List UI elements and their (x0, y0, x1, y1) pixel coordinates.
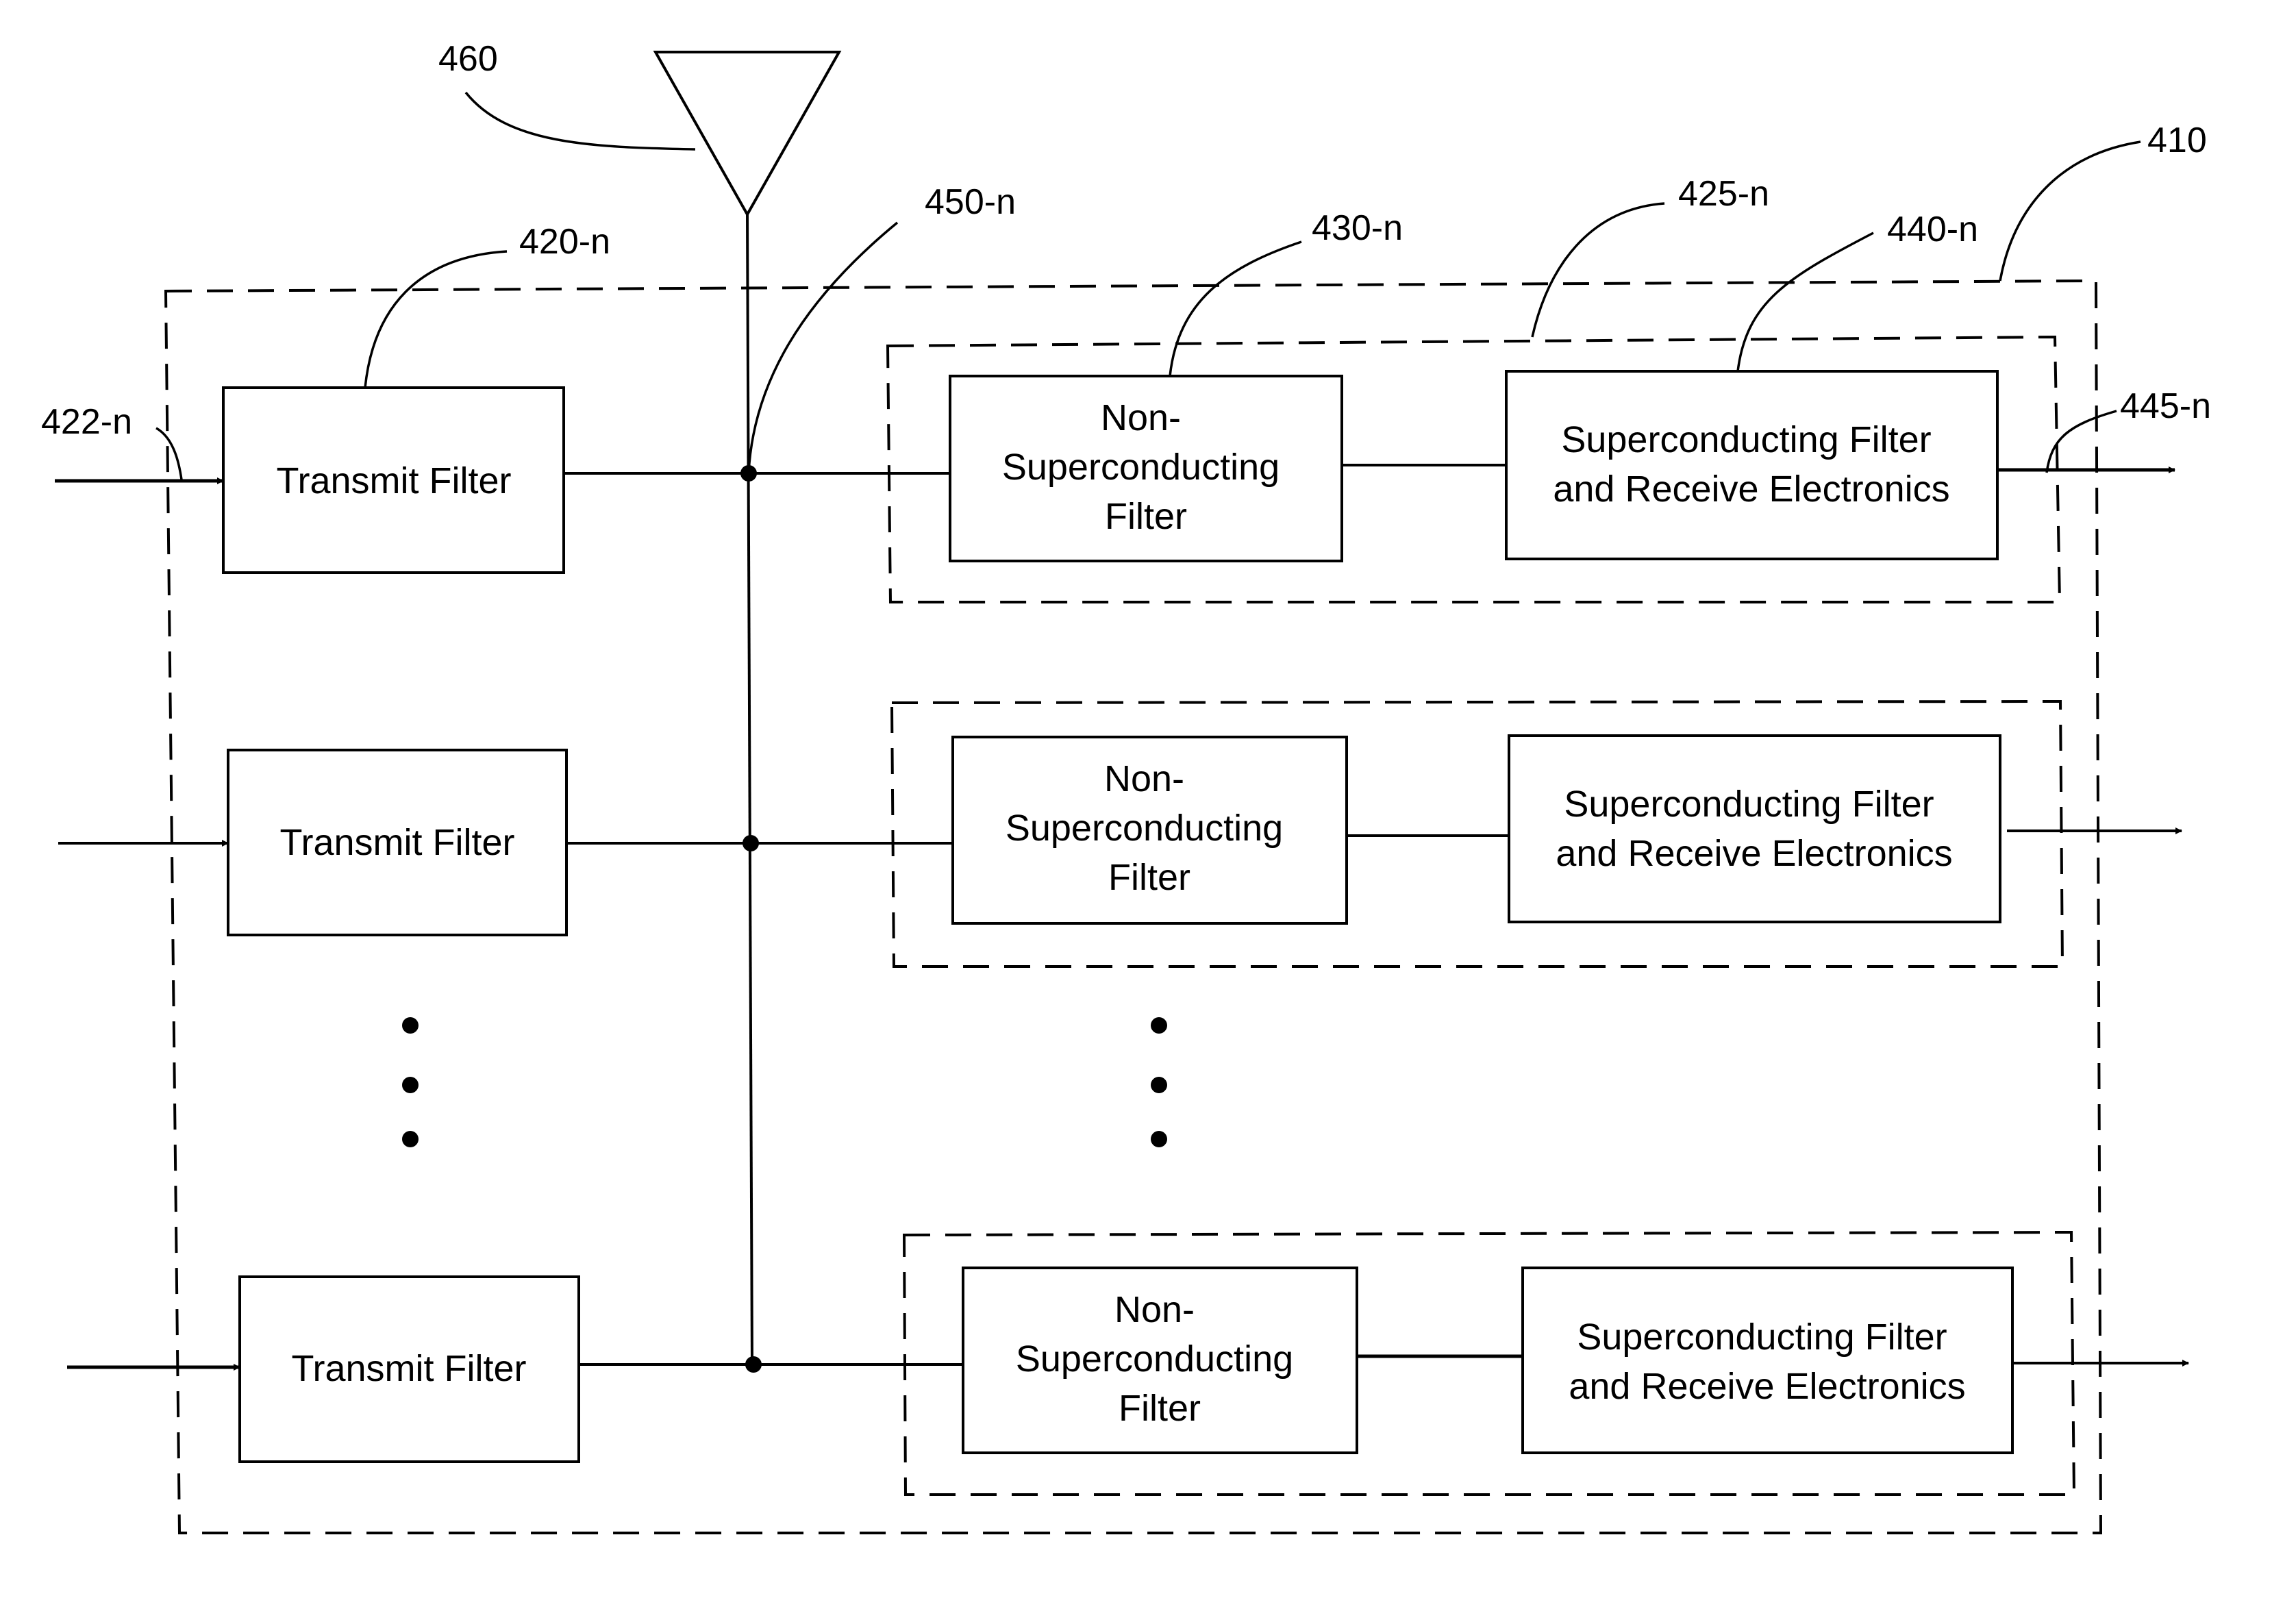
leader-425n (1531, 202, 1665, 338)
ref-410: 410 (2147, 121, 2207, 160)
junction-dot (743, 835, 759, 851)
antenna-icon (653, 51, 842, 218)
transmit-filter-label: Transmit Filter (276, 460, 511, 501)
ref-430n: 430-n (1312, 208, 1403, 248)
ref-425n: 425-n (1678, 174, 1769, 214)
superconducting-filter-box (1521, 1267, 2014, 1454)
ref-440n: 440-n (1887, 210, 1978, 249)
channel-row-2: Transmit Filter Non- Superconducting Fil… (58, 699, 2182, 968)
leader-440n (1736, 232, 1874, 372)
leader-450n (747, 221, 899, 473)
channel-row-1: Transmit Filter Non- Superconducting Fil… (55, 335, 2175, 603)
ref-420n: 420-n (519, 222, 610, 262)
transmit-filter-label: Transmit Filter (279, 822, 514, 863)
ellipsis-receive-column (1151, 1017, 1167, 1147)
superconducting-filter-box (1505, 370, 1999, 560)
ellipsis-transmit-column (402, 1017, 419, 1147)
antenna-feed-bus (746, 214, 753, 1365)
ref-460: 460 (438, 39, 498, 79)
leader-430n (1169, 240, 1302, 377)
duplexer-block-diagram: 460 420-n 422-n 450-n 430-n 425-n 440-n … (41, 39, 2211, 1534)
leader-410 (1999, 140, 2141, 282)
transmit-filter-label: Transmit Filter (291, 1348, 526, 1389)
ref-450n: 450-n (925, 182, 1016, 222)
ref-445n: 445-n (2120, 386, 2211, 426)
channel-row-n: Transmit Filter Non- Superconducting Fil… (67, 1230, 2189, 1496)
junction-dot (745, 1356, 762, 1373)
leader-420n (364, 250, 508, 388)
junction-dot (740, 465, 757, 482)
superconducting-filter-box (1508, 734, 2001, 923)
leader-460 (464, 91, 696, 151)
ref-422n: 422-n (41, 402, 132, 442)
